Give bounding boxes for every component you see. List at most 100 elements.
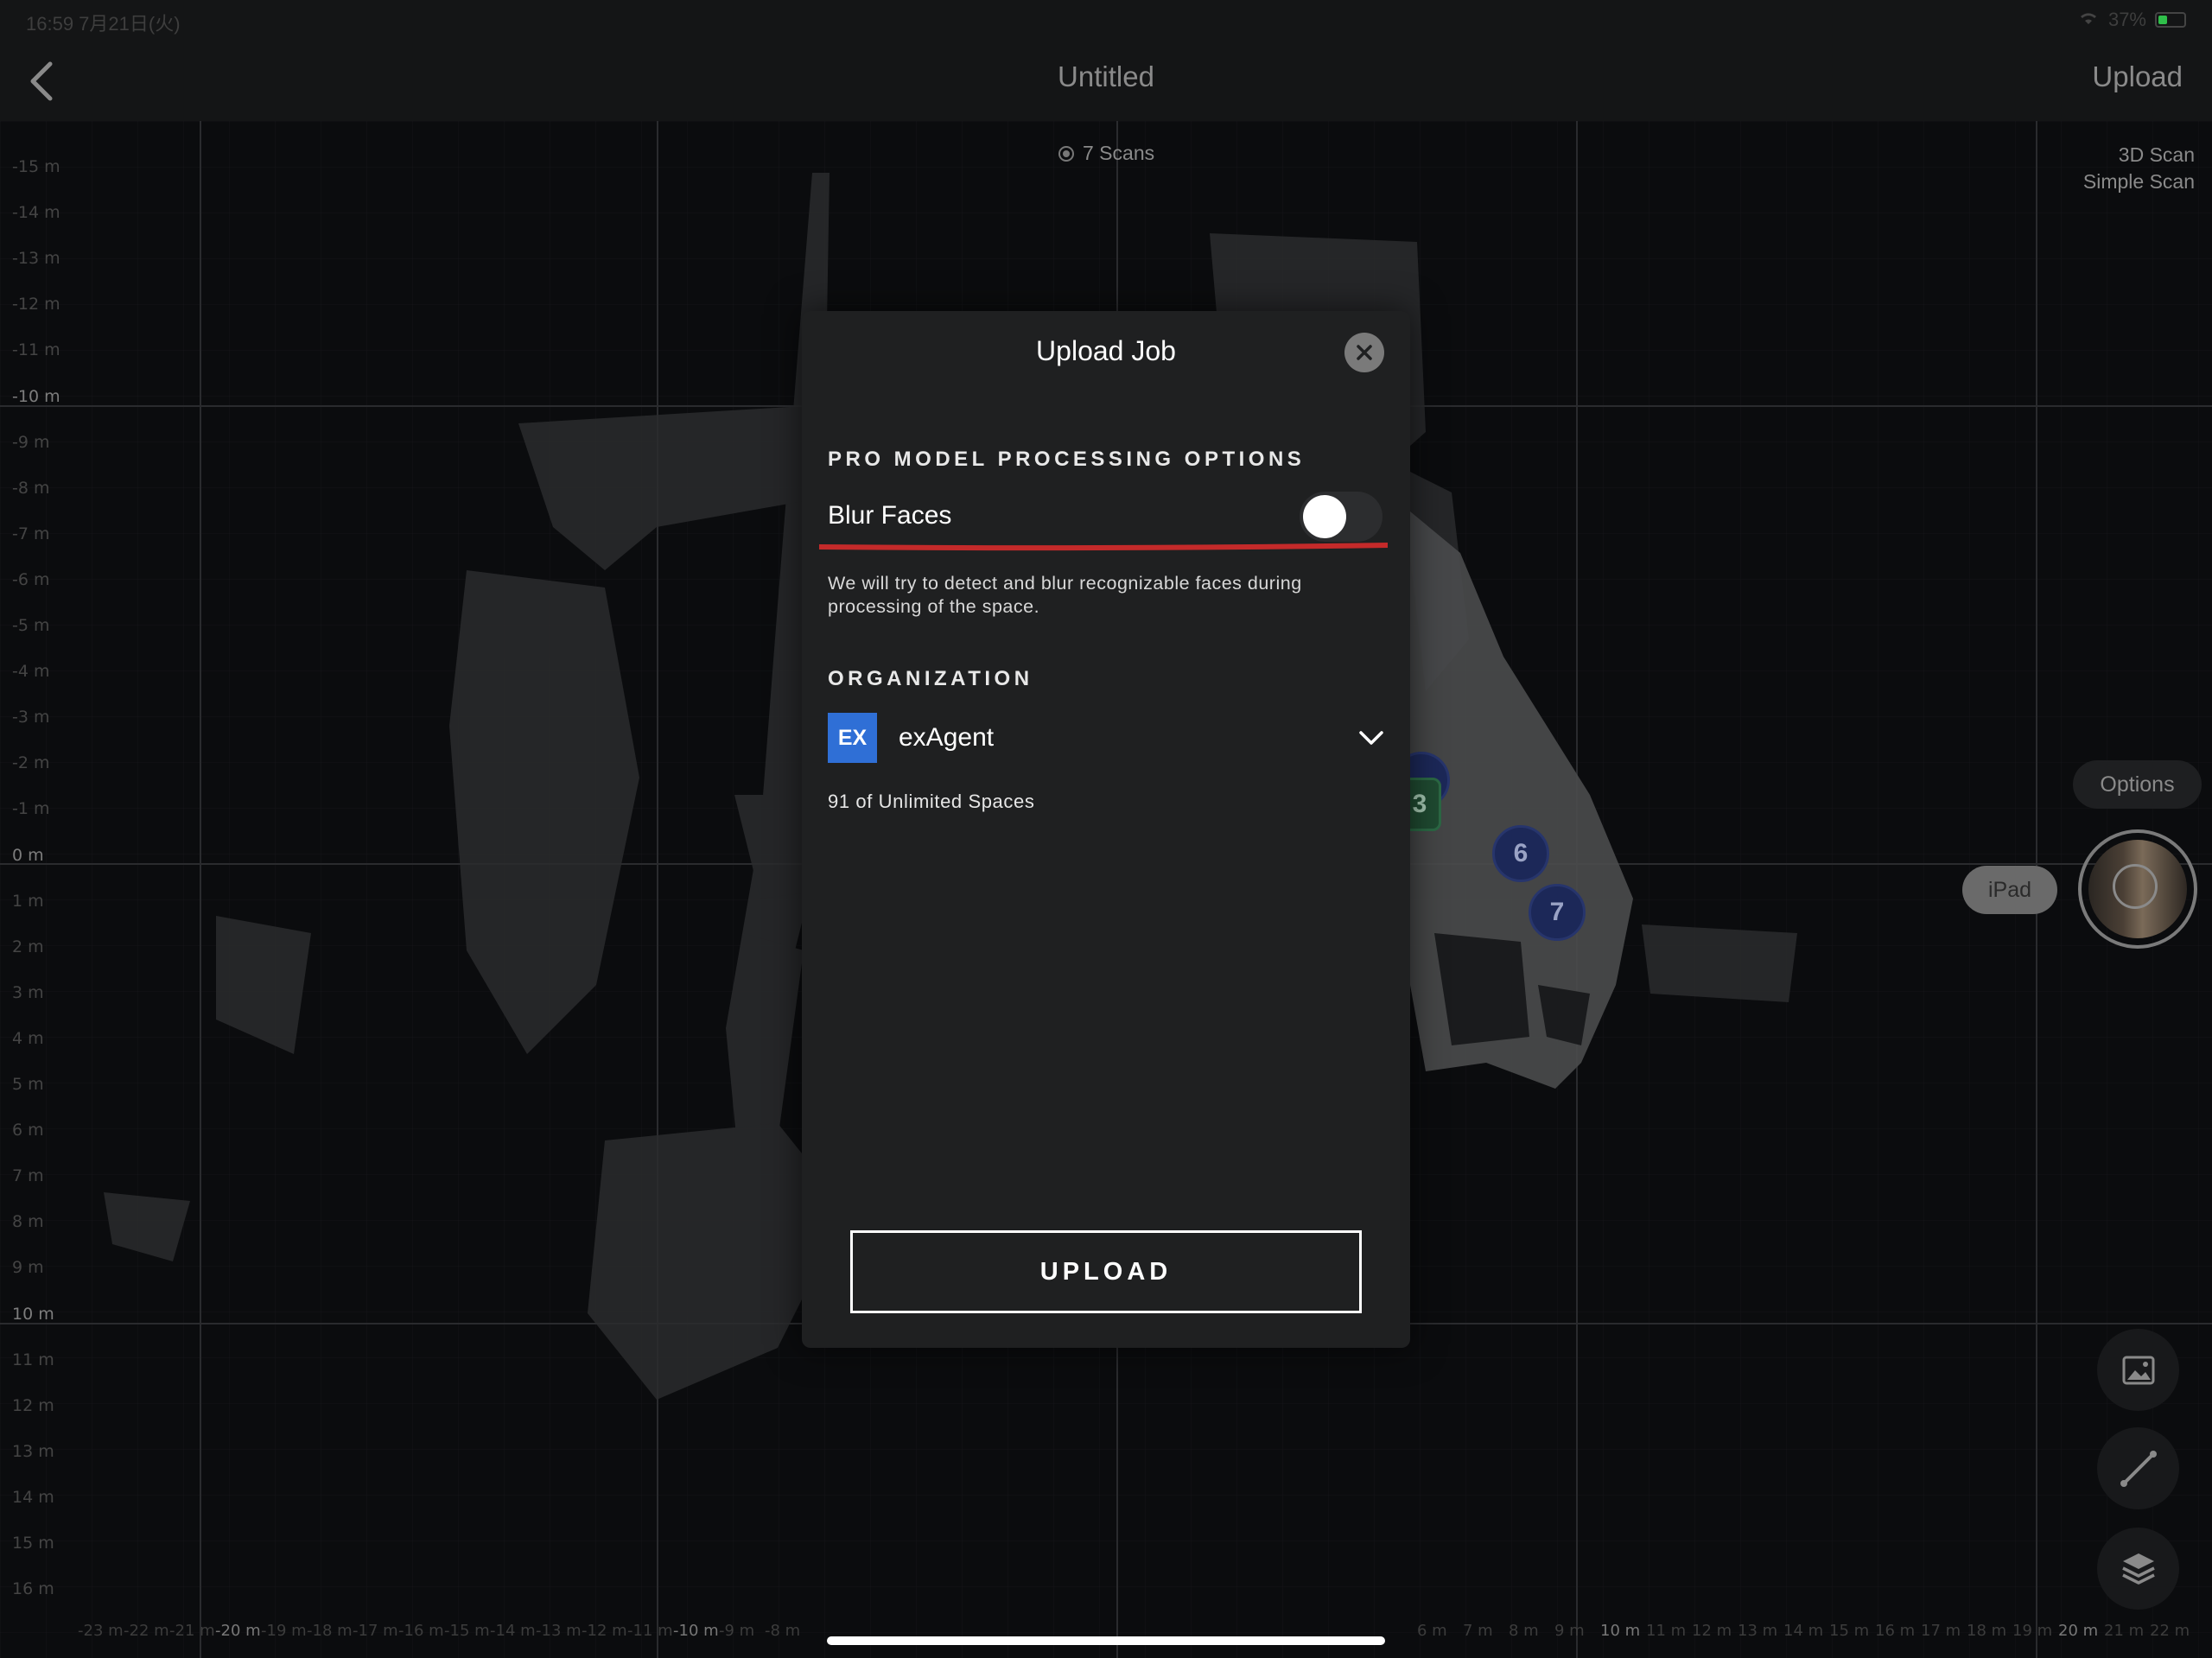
device-badge[interactable]: iPad [1962, 866, 2057, 914]
ruler-tick-label: -5 m [12, 616, 50, 635]
ruler-tick-label: 7 m [1463, 1622, 1493, 1640]
ruler-tick-label: 11 m [1646, 1622, 1687, 1640]
gallery-button[interactable] [2097, 1329, 2179, 1411]
image-icon [2122, 1356, 2154, 1384]
org-name: exAgent [899, 723, 995, 752]
ruler-tick-label: -20 m [215, 1622, 261, 1640]
ruler-tick-label: -9 m [719, 1622, 755, 1640]
org-spaces-count: 91 of Unlimited Spaces [828, 791, 1035, 812]
nav-bar: Untitled Upload [0, 41, 2212, 121]
dialog-title: Upload Job [1036, 335, 1176, 366]
ruler-tick-label: 14 m [12, 1487, 54, 1507]
ruler-tick-label: -11 m [12, 340, 60, 360]
nav-upload-button[interactable]: Upload [2092, 60, 2183, 93]
layers-icon [2121, 1553, 2155, 1585]
ruler-tick-label: 4 m [12, 1028, 44, 1048]
ruler-tick-label: 16 m [12, 1579, 54, 1599]
ruler-tick-label: 12 m [12, 1395, 54, 1415]
scan-marker-6[interactable]: 6 [1492, 825, 1549, 882]
ruler-tick-label: 14 m [1783, 1622, 1824, 1640]
scan-marker-7[interactable]: 7 [1529, 884, 1586, 941]
battery-icon [2155, 12, 2186, 28]
ruler-tick-label: -15 m [12, 157, 60, 176]
organization-heading: ORGANIZATION [828, 667, 1033, 690]
ruler-tick-label: 10 m [1600, 1622, 1641, 1640]
wifi-icon [2077, 9, 2100, 31]
upload-button[interactable]: UPLOAD [850, 1230, 1362, 1313]
close-button[interactable] [1344, 333, 1384, 372]
ruler-tick-label: 6 m [1417, 1622, 1447, 1640]
ruler-tick-label: -10 m [12, 386, 60, 406]
ruler-tick-label: 9 m [1554, 1622, 1585, 1640]
ruler-tick-label: -3 m [12, 708, 50, 727]
ruler-tick-label: 8 m [1509, 1622, 1539, 1640]
ruler-tick-label: 2 m [12, 937, 44, 956]
close-icon [1357, 345, 1372, 360]
home-indicator[interactable] [827, 1636, 1385, 1645]
processing-options-heading: PRO MODEL PROCESSING OPTIONS [828, 448, 1306, 471]
ruler-tick-label: -23 m [78, 1622, 124, 1640]
scan-type-simple[interactable]: Simple Scan [2083, 168, 2195, 195]
ruler-tick-label: 15 m [12, 1534, 54, 1553]
status-indicators: 37% [2077, 9, 2186, 31]
ruler-tick-label: -6 m [12, 569, 50, 589]
ruler-tick-label: 21 m [2104, 1622, 2145, 1640]
ruler-tick-label: -9 m [12, 432, 50, 452]
ruler-tick-label: -17 m [353, 1622, 398, 1640]
ruler-tick-label: 13 m [1738, 1622, 1778, 1640]
status-bar: 16:59 7月21日(火) 37% [0, 0, 2212, 41]
ruler-tick-label: -8 m [765, 1622, 801, 1640]
chevron-down-icon [1359, 731, 1383, 745]
vertical-ruler: -15 m -14 m -13 m -12 m -11 m -10 m -9 m -8 m -7… [12, 121, 64, 1658]
ruler-tick-label: 11 m [12, 1350, 54, 1369]
ruler-tick-label: -13 m [536, 1622, 582, 1640]
ruler-tick-label: 0 m [12, 845, 44, 865]
ruler-tick-label: -19 m [261, 1622, 307, 1640]
ruler-tick-label: -8 m [12, 478, 50, 498]
ruler-tick-label: -13 m [12, 249, 60, 269]
ruler-tick-label: -4 m [12, 662, 50, 682]
capture-button[interactable] [2078, 829, 2197, 949]
ruler-tick-label: -11 m [627, 1622, 673, 1640]
ruler-tick-label: -15 m [444, 1622, 490, 1640]
ruler-tick-label: 16 m [1875, 1622, 1916, 1640]
ruler-tick-label: -16 m [398, 1622, 444, 1640]
organization-select[interactable]: EX exAgent [828, 713, 1384, 763]
ruler-tick-label: -7 m [12, 524, 50, 543]
page-title: Untitled [1058, 60, 1154, 92]
ruler-tick-label: 3 m [12, 982, 44, 1002]
scans-count[interactable]: 7 Scans [1058, 142, 1154, 165]
ruler-tick-label: -10 m [673, 1622, 719, 1640]
ruler-tick-label: -2 m [12, 753, 50, 773]
upload-job-dialog: Upload Job PRO MODEL PROCESSING OPTIONS … [802, 311, 1410, 1348]
scan-dot-icon [1058, 145, 1074, 162]
ruler-tick-label: 6 m [12, 1121, 44, 1140]
ruler-tick-label: -21 m [169, 1622, 215, 1640]
ruler-tick-label: 17 m [1921, 1622, 1961, 1640]
blur-faces-label: Blur Faces [828, 501, 952, 530]
blur-faces-description: We will try to detect and blur recogniza… [828, 573, 1302, 617]
layers-button[interactable] [2097, 1528, 2179, 1610]
ruler-tick-label: 12 m [1692, 1622, 1732, 1640]
ruler-tick-label: 13 m [12, 1441, 54, 1461]
ruler-tick-label: -14 m [12, 203, 60, 223]
status-time: 16:59 7月21日(火) [26, 13, 181, 35]
annotation-underline [819, 543, 1388, 551]
blur-faces-toggle[interactable] [1300, 492, 1382, 542]
app-screen: 16:59 7月21日(火) 37% Untitled Upload -15 m… [0, 0, 2212, 1658]
ruler-tick-label: 10 m [12, 1304, 54, 1324]
ruler-tick-label: 15 m [1829, 1622, 1870, 1640]
scan-type-selector: 3D Scan Simple Scan [2083, 142, 2195, 195]
ruler-tick-label: -14 m [490, 1622, 536, 1640]
camera-preview [2088, 840, 2187, 938]
options-button[interactable]: Options [2073, 760, 2202, 809]
scan-type-3d[interactable]: 3D Scan [2083, 142, 2195, 168]
ruler-tick-label: -12 m [582, 1622, 627, 1640]
ruler-tick-label: 19 m [2012, 1622, 2053, 1640]
ruler-tick-label: -22 m [124, 1622, 169, 1640]
ruler-tick-label: 7 m [12, 1166, 44, 1186]
ruler-tick-label: -12 m [12, 295, 60, 314]
ruler-tick-label: 22 m [2150, 1622, 2190, 1640]
measure-button[interactable] [2097, 1427, 2179, 1509]
ruler-tick-label: 5 m [12, 1075, 44, 1094]
